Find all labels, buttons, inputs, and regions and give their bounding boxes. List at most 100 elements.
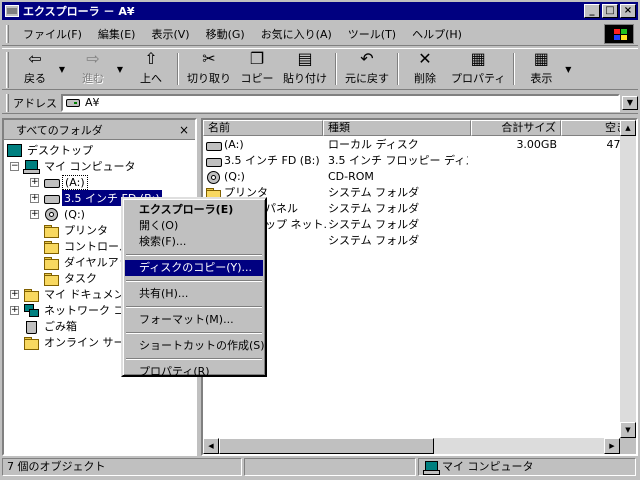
context-menu-find[interactable]: 検索(F)... [125, 234, 263, 250]
addressbar-grip[interactable] [6, 93, 9, 112]
back-button[interactable]: ⇦ 戻る [13, 49, 57, 89]
context-menu-create-shortcut[interactable]: ショートカットの作成(S) [125, 338, 265, 354]
maximize-button[interactable]: □ [602, 4, 618, 18]
tree-collapse-toggle[interactable]: − [10, 161, 19, 171]
menu-separator [126, 280, 262, 282]
folder-pane-close-button[interactable]: × [177, 123, 191, 137]
context-menu-properties[interactable]: プロパティ(R) [125, 364, 263, 380]
tree-item-label: マイ コンピュータ [44, 160, 136, 173]
tree-item-my-documents[interactable]: + マイ ドキュメント [10, 286, 138, 302]
menu-favorites[interactable]: お気に入り(A) [253, 24, 340, 44]
back-arrow-icon: ⇦ [28, 49, 42, 68]
tree-item-drive-a[interactable]: + (A:) [30, 174, 88, 190]
file-row[interactable]: システム フォルダ [203, 233, 633, 249]
up-button[interactable]: ⇧ 上へ [129, 49, 173, 89]
context-menu-open[interactable]: 開く(O) [125, 218, 263, 234]
control-panel-icon [43, 239, 59, 254]
scroll-down-arrow-icon[interactable]: ▼ [620, 422, 636, 438]
menubar-grip[interactable] [6, 24, 9, 43]
views-button[interactable]: ▦ 表示 [519, 49, 563, 89]
properties-button[interactable]: ▦ プロパティ [447, 49, 509, 89]
column-header-type[interactable]: 種類 [323, 120, 471, 136]
file-row[interactable]: ップ ネット... システム フォルダ [203, 217, 633, 233]
forward-button[interactable]: ⇨ 進む [71, 49, 115, 89]
menu-view[interactable]: 表示(V) [143, 24, 197, 44]
tree-item-dialup[interactable]: ダイヤルアッ [43, 254, 132, 270]
file-type: システム フォルダ [328, 186, 420, 199]
toolbar-separator [513, 53, 516, 85]
file-row[interactable]: (A:) ローカル ディスク 3.00GB 479M [203, 137, 636, 153]
context-menu-sharing[interactable]: 共有(H)... [125, 286, 263, 302]
cut-button[interactable]: ✂ 切り取り [183, 49, 235, 89]
context-menu-copy-disk[interactable]: ディスクのコピー(Y)... [125, 260, 263, 276]
column-header-total-size[interactable]: 合計サイズ [471, 120, 561, 136]
column-header-name[interactable]: 名前 [203, 120, 323, 136]
menu-bar: ファイル(F) 編集(E) 表示(V) 移動(G) お気に入り(A) ツール(T… [2, 22, 638, 46]
tree-item-desktop[interactable]: デスクトップ [6, 142, 95, 158]
vertical-scrollbar[interactable]: ▲ ▼ [620, 120, 636, 438]
context-menu-explore[interactable]: エクスプローラ(E) [125, 202, 263, 218]
tree-item-printers[interactable]: プリンタ [43, 222, 110, 238]
close-button[interactable]: × [620, 4, 636, 18]
minimize-button[interactable]: _ [584, 4, 600, 18]
up-label: 上へ [140, 72, 162, 85]
explorer-window: エクスプローラ － A¥ _ □ × ファイル(F) 編集(E) 表示(V) 移… [0, 0, 640, 480]
network-icon [23, 303, 39, 317]
file-row[interactable]: プリンタ システム フォルダ [203, 185, 633, 201]
paste-button[interactable]: ▤ 貼り付け [279, 49, 331, 89]
file-name: 3.5 インチ FD (B:) [224, 154, 320, 167]
file-type: ローカル ディスク [328, 138, 419, 151]
delete-button[interactable]: ✕ 削除 [403, 49, 447, 89]
menu-edit[interactable]: 編集(E) [90, 24, 144, 44]
tree-expand-toggle[interactable]: + [30, 209, 39, 219]
horizontal-scroll-thumb[interactable] [219, 438, 434, 454]
address-input[interactable]: A¥ [61, 93, 620, 112]
menu-file[interactable]: ファイル(F) [15, 24, 90, 44]
context-menu-format[interactable]: フォーマット(M)... [125, 312, 263, 328]
views-dropdown[interactable]: ▼ [563, 49, 573, 89]
toolbar-grip[interactable] [6, 52, 9, 88]
copy-button[interactable]: ❐ コピー [235, 49, 279, 89]
file-row[interactable]: パネル システム フォルダ [203, 201, 633, 217]
menu-tools[interactable]: ツール(T) [340, 24, 404, 44]
status-location-panel: マイ コンピュータ [418, 458, 636, 476]
title-bar[interactable]: エクスプローラ － A¥ _ □ × [2, 2, 638, 20]
drive-icon [205, 138, 222, 152]
forward-label: 進む [82, 72, 104, 85]
menu-help[interactable]: ヘルプ(H) [404, 24, 470, 44]
scroll-right-arrow-icon[interactable]: ▶ [604, 438, 620, 454]
folder-pane-header: すべてのフォルダ × [4, 120, 195, 140]
explorer-app-icon[interactable] [5, 5, 19, 17]
scroll-left-arrow-icon[interactable]: ◀ [203, 438, 219, 454]
file-name: ップ ネット... [265, 218, 327, 231]
file-type: CD-ROM [328, 170, 374, 183]
forward-dropdown[interactable]: ▼ [115, 49, 125, 89]
copy-icon: ❐ [249, 49, 265, 68]
address-value: A¥ [85, 96, 100, 109]
menu-go[interactable]: 移動(G) [198, 24, 253, 44]
tree-item-label: タスク [64, 272, 97, 285]
undo-button[interactable]: ↶ 元に戻す [341, 49, 393, 89]
address-dropdown-button[interactable]: ▼ [622, 95, 638, 110]
folder-pane-title: すべてのフォルダ [16, 123, 103, 137]
tree-expand-toggle[interactable]: + [30, 193, 39, 203]
properties-label: プロパティ [451, 72, 506, 85]
floppy-drive-icon [43, 175, 60, 189]
tree-expand-toggle[interactable]: + [10, 305, 19, 315]
tree-item-tasks[interactable]: タスク [43, 270, 99, 286]
tree-item-drive-q[interactable]: + (Q:) [30, 206, 87, 222]
menu-separator [126, 306, 262, 308]
file-row[interactable]: 3.5 インチ FD (B:) 3.5 インチ フロッピー ディスク [203, 153, 633, 169]
address-label: アドレス [13, 96, 57, 110]
back-dropdown[interactable]: ▼ [57, 49, 67, 89]
scroll-up-arrow-icon[interactable]: ▲ [620, 120, 636, 136]
tree-item-recycle-bin[interactable]: ごみ箱 [23, 318, 79, 334]
tree-expand-toggle[interactable]: + [10, 289, 19, 299]
cdrom-icon [43, 207, 59, 221]
tree-expand-toggle[interactable]: + [30, 177, 39, 187]
desktop-icon [6, 143, 22, 157]
paste-icon: ▤ [297, 49, 313, 68]
tree-item-my-computer[interactable]: − マイ コンピュータ [10, 158, 138, 174]
file-row[interactable]: (Q:) CD-ROM [203, 169, 633, 185]
horizontal-scrollbar[interactable]: ◀ ▶ [203, 438, 620, 454]
